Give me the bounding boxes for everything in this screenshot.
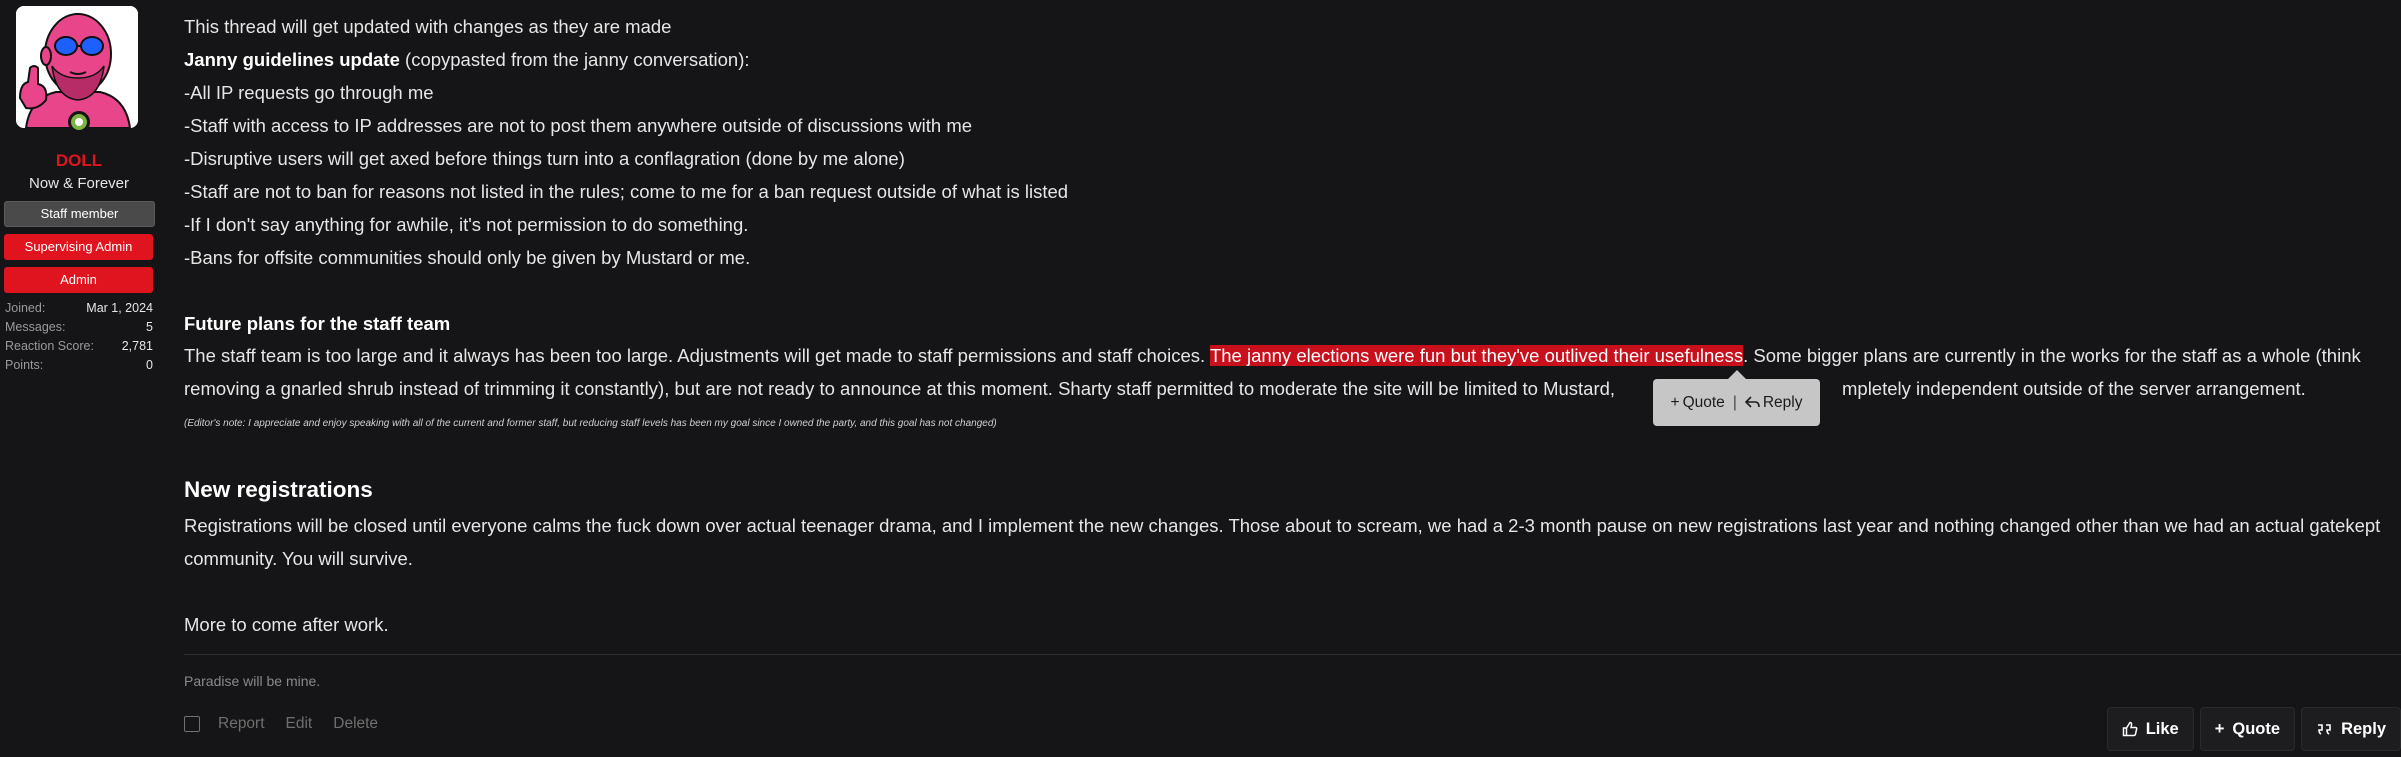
- stat-value: Mar 1, 2024: [86, 301, 153, 315]
- stat-joined: Joined: Mar 1, 2024: [5, 299, 153, 318]
- like-button[interactable]: Like: [2106, 707, 2194, 751]
- more-to-come-text: More to come after work.: [184, 614, 389, 635]
- janny-heading: Janny guidelines update: [184, 49, 400, 70]
- user-avatar[interactable]: [16, 6, 138, 128]
- new-registrations-heading: New registrations: [184, 477, 373, 502]
- popup-reply-button[interactable]: Reply: [1744, 393, 1803, 412]
- stat-value: 2,781: [121, 339, 153, 353]
- future-paragraph-line-1: The staff team is too large and it alway…: [184, 345, 2361, 367]
- selection-popup: + Quote | Reply: [1653, 370, 1820, 426]
- editor-note: (Editor's note: I appreciate and enjoy s…: [184, 418, 997, 429]
- stat-reaction-score: Reaction Score: 2,781: [5, 337, 153, 356]
- popup-reply-label: Reply: [1762, 393, 1803, 411]
- future-plans-heading: Future plans for the staff team: [184, 313, 450, 335]
- rule-item: -All IP requests go through me: [184, 82, 434, 103]
- quote-label: Quote: [2232, 719, 2281, 738]
- banner-supervising-admin: Supervising Admin: [4, 234, 153, 260]
- rule-item: -Staff with access to IP addresses are n…: [184, 115, 973, 136]
- user-title: Now & Forever: [28, 175, 130, 192]
- reply-arrow-icon: [1744, 396, 1760, 408]
- stat-value: 0: [146, 358, 153, 372]
- like-label: Like: [2145, 719, 2179, 738]
- stat-label: Messages:: [5, 320, 66, 334]
- online-status-icon: [68, 111, 90, 133]
- select-post-checkbox[interactable]: [184, 716, 200, 732]
- post-actions-left: Report Edit Delete: [184, 715, 399, 733]
- rule-item: -Disruptive users will get axed before t…: [184, 148, 905, 169]
- delete-link[interactable]: Delete: [333, 715, 378, 733]
- stat-label: Reaction Score:: [5, 339, 94, 353]
- stat-messages: Messages: 5: [5, 318, 153, 337]
- reply-button[interactable]: Reply: [2301, 707, 2401, 751]
- stat-points: Points: 0: [5, 356, 153, 375]
- banner-admin: Admin: [4, 267, 153, 293]
- reply-quote-icon: [2318, 723, 2331, 735]
- intro-text: This thread will get updated with change…: [184, 16, 672, 37]
- future-heading-text: Future plans for the staff team: [184, 313, 451, 334]
- popup-quote-button[interactable]: + Quote: [1671, 394, 1725, 412]
- stat-label: Points:: [5, 358, 44, 372]
- rule-item: -If I don't say anything for awhile, it'…: [184, 214, 749, 235]
- plus-icon: +: [1670, 393, 1680, 411]
- rule-item: -Staff are not to ban for reasons not li…: [184, 181, 1069, 202]
- popup-quote-label: Quote: [1682, 393, 1725, 411]
- registrations-line-1: Registrations will be closed until every…: [184, 515, 2381, 536]
- thumbs-up-icon: [2122, 721, 2138, 737]
- registrations-line-2: community. You will survive.: [184, 548, 413, 569]
- janny-guidelines-line: Janny guidelines update (copypasted from…: [184, 49, 750, 71]
- future-text-b: . Some bigger plans are currently in the…: [1743, 345, 2361, 366]
- user-signature: Paradise will be mine.: [184, 673, 321, 689]
- stat-value: 5: [146, 320, 153, 334]
- selected-text-highlight[interactable]: The janny elections were fun but they've…: [1209, 345, 1744, 366]
- username[interactable]: DOLL: [0, 151, 158, 171]
- rule-item: -Bans for offsite communities should onl…: [184, 247, 751, 268]
- reply-label: Reply: [2341, 719, 2386, 738]
- post-actions-right: Like + Quote Reply: [2106, 707, 2401, 751]
- user-stats: Joined: Mar 1, 2024 Messages: 5 Reaction…: [5, 299, 153, 375]
- edit-link[interactable]: Edit: [286, 715, 313, 733]
- banner-staff-member: Staff member: [4, 201, 155, 227]
- future-paragraph-line-2-b: mpletely independent outside of the serv…: [1842, 378, 2306, 399]
- user-sidebar: DOLL Now & Forever Staff member Supervis…: [0, 0, 158, 757]
- quote-button[interactable]: + Quote: [2199, 707, 2296, 751]
- signature-divider: [184, 654, 2401, 655]
- plus-icon: +: [2214, 719, 2225, 738]
- popup-separator: |: [1732, 393, 1737, 411]
- janny-heading-suffix: (copypasted from the janny conversation)…: [399, 49, 750, 70]
- report-link[interactable]: Report: [218, 715, 265, 733]
- future-paragraph-line-2-a: removing a gnarled shrub instead of trim…: [184, 378, 1616, 399]
- future-text-a: The staff team is too large and it alway…: [184, 345, 1210, 366]
- avatar-illustration: [16, 6, 138, 128]
- stat-label: Joined:: [5, 301, 46, 315]
